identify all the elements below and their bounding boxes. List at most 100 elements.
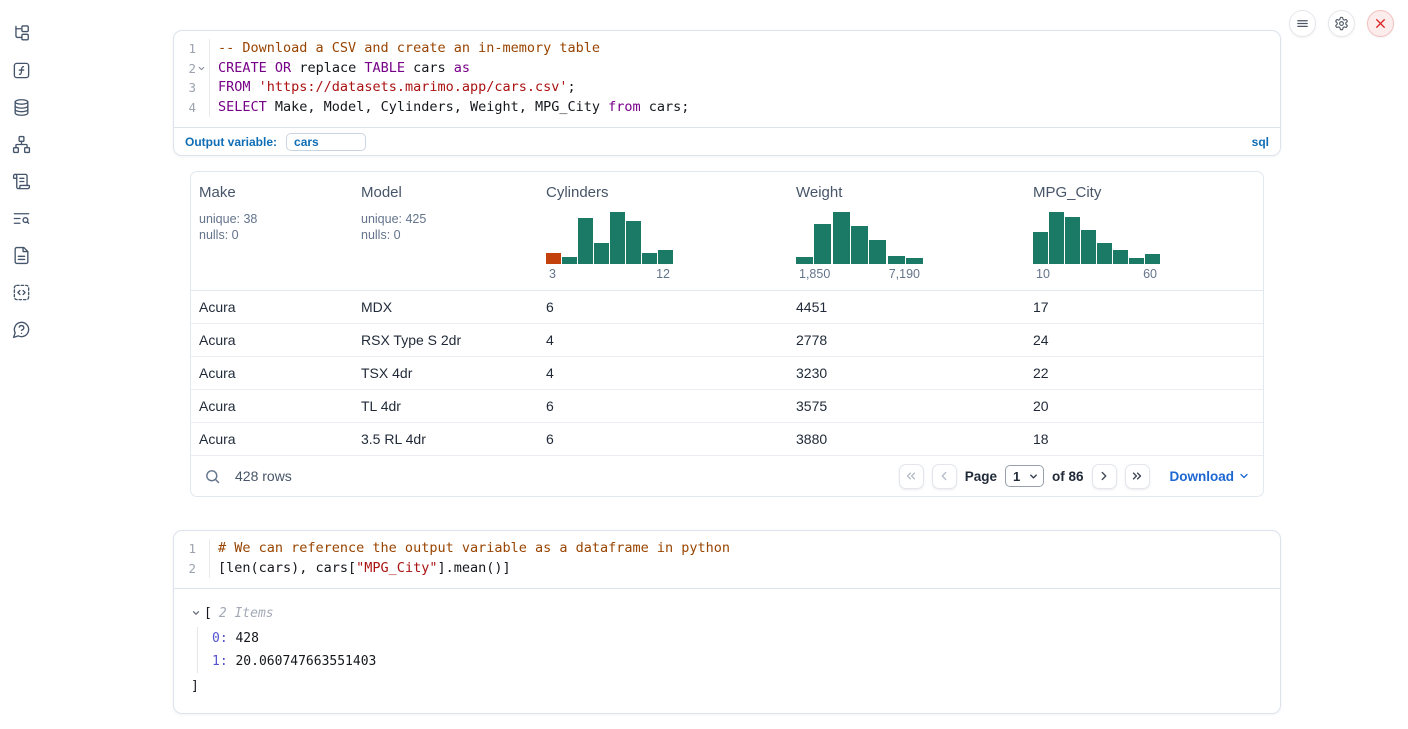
close-bracket: ] <box>191 677 1264 697</box>
code-line-text: # We can reference the output variable a… <box>210 539 730 559</box>
mpg-city-histogram[interactable] <box>1033 212 1160 264</box>
histogram-bar[interactable] <box>1113 250 1128 264</box>
table-cell: Acura <box>199 365 361 381</box>
table-cell: 6 <box>546 299 796 315</box>
list-item: 1: 20.060747663551403 <box>212 650 1264 673</box>
histogram-bar[interactable] <box>594 243 609 264</box>
page-select[interactable]: 1 <box>1005 465 1044 487</box>
table-cell: 4451 <box>796 299 1033 315</box>
weight-histogram[interactable] <box>796 212 923 264</box>
histogram-bar[interactable] <box>578 218 593 264</box>
table-cell: 3.5 RL 4dr <box>361 431 546 447</box>
histogram-bar[interactable] <box>642 253 657 264</box>
table-cell: TL 4dr <box>361 398 546 414</box>
collapse-toggle-icon[interactable] <box>191 608 204 618</box>
table-cell: 22 <box>1033 365 1263 381</box>
page-total-label: of 86 <box>1052 469 1084 484</box>
column-header[interactable]: Cylinders <box>546 184 796 201</box>
histogram-bar[interactable] <box>888 256 905 264</box>
sql-code-editor[interactable]: 1-- Download a CSV and create an in-memo… <box>174 31 1280 127</box>
next-page-button[interactable] <box>1092 464 1117 489</box>
column-header[interactable]: Make <box>199 184 361 201</box>
histogram-bar[interactable] <box>1033 232 1048 264</box>
open-bracket: [ <box>204 606 212 621</box>
column-unique-stat: unique: 425 <box>361 211 546 227</box>
line-number: 1 <box>174 39 210 59</box>
hist-min-label: 3 <box>549 267 556 281</box>
dependency-graph-icon[interactable] <box>11 134 31 154</box>
language-badge[interactable]: sql <box>1252 135 1269 149</box>
shutdown-button[interactable] <box>1367 10 1394 37</box>
hist-max-label: 7,190 <box>889 267 920 281</box>
histogram-bar[interactable] <box>546 253 561 264</box>
histogram-bar[interactable] <box>1065 217 1080 264</box>
histogram-bar[interactable] <box>814 224 831 264</box>
snippets-icon[interactable] <box>11 282 31 302</box>
gear-icon <box>1334 16 1349 31</box>
menu-button[interactable] <box>1289 10 1316 37</box>
histogram-bar[interactable] <box>610 212 625 264</box>
table-body: AcuraMDX6445117AcuraRSX Type S 2dr427782… <box>191 291 1263 456</box>
row-count: 428 rows <box>235 468 292 484</box>
database-icon[interactable] <box>11 97 31 117</box>
sql-cell-footer: Output variable: sql <box>174 127 1280 155</box>
code-line-text: -- Download a CSV and create an in-memor… <box>210 39 600 59</box>
table-cell: 24 <box>1033 332 1263 348</box>
python-cell: 1# We can reference the output variable … <box>173 530 1281 714</box>
table-row[interactable]: AcuraRSX Type S 2dr4277824 <box>191 324 1263 357</box>
histogram-bar[interactable] <box>833 212 850 264</box>
download-button[interactable]: Download <box>1170 469 1251 484</box>
cylinders-histogram[interactable] <box>546 212 673 264</box>
previous-page-button[interactable] <box>932 464 957 489</box>
help-chat-icon[interactable] <box>11 319 31 339</box>
histogram-bar[interactable] <box>869 240 886 264</box>
code-line-text: [len(cars), cars["MPG_City"].mean()] <box>210 559 511 579</box>
tree-children: 0: 4281: 20.060747663551403 <box>197 627 1264 673</box>
table-cell: Acura <box>199 431 361 447</box>
hist-max-label: 60 <box>1143 267 1157 281</box>
chevron-down-icon <box>1028 471 1039 482</box>
column-nulls-stat: nulls: 0 <box>199 227 361 243</box>
code-line-text: CREATE OR replace TABLE cars as <box>210 59 470 79</box>
histogram-bar[interactable] <box>1049 212 1064 264</box>
column-header[interactable]: MPG_City <box>1033 184 1263 201</box>
line-number: 1 <box>174 539 210 559</box>
fold-icon[interactable] <box>196 64 207 73</box>
table-row[interactable]: AcuraTSX 4dr4323022 <box>191 357 1263 390</box>
table-row[interactable]: AcuraTL 4dr6357520 <box>191 390 1263 423</box>
logs-search-icon[interactable] <box>11 208 31 228</box>
table-cell: 6 <box>546 398 796 414</box>
histogram-bar[interactable] <box>1145 254 1160 264</box>
hist-min-label: 1,850 <box>799 267 830 281</box>
table-cell: 3575 <box>796 398 1033 414</box>
table-row[interactable]: Acura3.5 RL 4dr6388018 <box>191 423 1263 456</box>
python-output: [ 2 Items 0: 4281: 20.060747663551403 ] <box>174 588 1280 713</box>
first-page-button[interactable] <box>899 464 924 489</box>
output-variable-input[interactable] <box>286 133 366 151</box>
hist-max-label: 12 <box>656 267 670 281</box>
histogram-bar[interactable] <box>562 257 577 264</box>
last-page-button[interactable] <box>1125 464 1150 489</box>
column-header[interactable]: Model <box>361 184 546 201</box>
settings-button[interactable] <box>1328 10 1355 37</box>
histogram-bar[interactable] <box>906 258 923 264</box>
documentation-icon[interactable] <box>11 245 31 265</box>
scratchpad-scroll-icon[interactable] <box>11 171 31 191</box>
function-variables-icon[interactable] <box>11 60 31 80</box>
search-button[interactable] <box>204 468 221 485</box>
histogram-bar[interactable] <box>1097 243 1112 264</box>
histogram-bar[interactable] <box>626 221 641 264</box>
histogram-bar[interactable] <box>851 226 868 264</box>
menu-icon <box>1295 16 1310 31</box>
histogram-bar[interactable] <box>658 250 673 264</box>
table-row[interactable]: AcuraMDX6445117 <box>191 291 1263 324</box>
column-header[interactable]: Weight <box>796 184 1033 201</box>
file-tree-icon[interactable] <box>11 23 31 43</box>
histogram-bar[interactable] <box>1129 258 1144 264</box>
result-table: Make unique: 38 nulls: 0 Model unique: 4… <box>190 171 1264 497</box>
python-code-editor[interactable]: 1# We can reference the output variable … <box>174 531 1280 588</box>
table-cell: Acura <box>199 398 361 414</box>
left-sidebar <box>0 0 42 729</box>
histogram-bar[interactable] <box>1081 230 1096 264</box>
histogram-bar[interactable] <box>796 257 813 264</box>
